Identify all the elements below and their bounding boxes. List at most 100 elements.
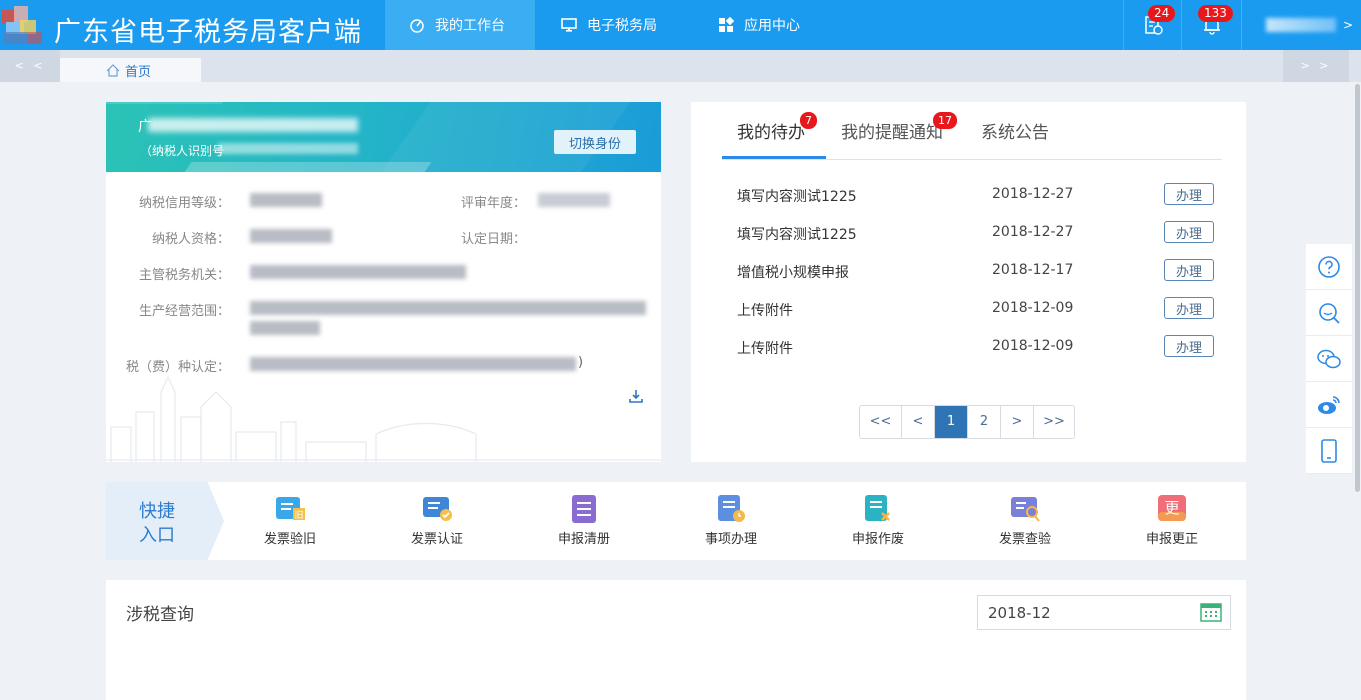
- credit-level-label: 纳税信用等级：: [138, 196, 230, 211]
- tabs-active-indicator: [722, 156, 826, 159]
- app-title: 广东省电子税务局客户端: [54, 17, 362, 48]
- calendar-icon[interactable]: [1200, 602, 1222, 622]
- month-date-input[interactable]: [977, 595, 1231, 630]
- tab-home[interactable]: 首页: [60, 58, 201, 82]
- task-handle-button[interactable]: 办理: [1164, 297, 1214, 319]
- task-handle-button[interactable]: 办理: [1164, 221, 1214, 243]
- task-title: 填写内容测试1225: [737, 189, 857, 205]
- tax-authority-label: 主管税务机关：: [138, 268, 230, 283]
- search-service-button[interactable]: [1306, 290, 1352, 336]
- tax-type-tail: ): [578, 355, 584, 370]
- pager-first[interactable]: <<: [860, 406, 901, 438]
- business-scope-redacted-line2: [250, 321, 320, 335]
- pager-page[interactable]: 1: [934, 406, 967, 438]
- quick-invoice-check-old[interactable]: 旧 发票验旧: [240, 494, 340, 547]
- mobile-app-button[interactable]: [1306, 428, 1352, 474]
- taxpayer-name-redacted: [148, 118, 358, 132]
- quick-item-label: 申报更正: [1145, 532, 1198, 547]
- quick-invoice-inspect[interactable]: 发票查验: [975, 494, 1075, 547]
- quick-item-label: 发票认证: [410, 532, 463, 547]
- todo-list-button[interactable]: 24: [1123, 0, 1181, 50]
- notifications-button[interactable]: 133: [1181, 0, 1241, 50]
- tax-type-label: 税（费）种认定：: [125, 360, 230, 375]
- tab-label: 我的提醒通知: [841, 123, 943, 143]
- quick-declaration-void[interactable]: 申报作废: [828, 494, 928, 547]
- tab-announcements[interactable]: 系统公告: [981, 120, 1049, 160]
- tax-type-redacted: [250, 357, 576, 371]
- nav-app-center[interactable]: 应用中心: [690, 0, 830, 50]
- svg-text:更: 更: [1164, 499, 1179, 517]
- help-button[interactable]: [1306, 244, 1352, 290]
- task-title: 上传附件: [737, 303, 793, 319]
- tasks-panel: 我的待办 7 我的提醒通知 17 系统公告 填写内容测试1225 2018-12…: [691, 102, 1246, 462]
- quick-invoice-certify[interactable]: 发票认证: [387, 494, 487, 547]
- help-icon: [1318, 255, 1340, 278]
- wechat-icon: [1317, 349, 1341, 368]
- quick-declaration-correct[interactable]: 更 申报更正: [1122, 494, 1222, 547]
- dashboard-icon: [409, 17, 425, 33]
- quick-declaration-list[interactable]: 申报清册: [534, 494, 634, 547]
- task-row: 上传附件 2018-12-09 办理: [737, 297, 1217, 321]
- download-icon[interactable]: [629, 389, 643, 403]
- task-date: 2018-12-27: [992, 224, 1074, 240]
- task-handle-button[interactable]: 办理: [1164, 335, 1214, 357]
- quick-task-handle[interactable]: 事项办理: [681, 494, 781, 547]
- pager-next[interactable]: >: [1000, 406, 1033, 438]
- top-header: 广东省电子税务局客户端 我的工作台 电子税务局 应用中心 24 133 >: [0, 0, 1361, 50]
- review-year-redacted: [538, 193, 610, 207]
- recognition-date-label: 认定日期：: [460, 232, 526, 247]
- city-skyline-decoration: [106, 375, 661, 462]
- switch-identity-button[interactable]: 切换身份: [554, 130, 636, 154]
- todo-badge: 24: [1148, 5, 1176, 22]
- page-scrollbar-thumb[interactable]: [1355, 84, 1360, 492]
- quick-item-label: 事项办理: [704, 532, 757, 547]
- tax-logo-icon: [2, 6, 42, 44]
- wechat-button[interactable]: [1306, 336, 1352, 382]
- profile-header: 广 （纳税人识别号 切换身份: [106, 102, 661, 172]
- tab-scroll-right[interactable]: > >: [1283, 50, 1349, 82]
- invoice-certify-icon: [423, 497, 452, 521]
- task-row: 填写内容测试1225 2018-12-27 办理: [737, 221, 1217, 245]
- pager-last[interactable]: >>: [1033, 406, 1074, 438]
- quick-entry-title: 快捷入口: [139, 501, 175, 546]
- nav-label: 电子税务局: [587, 18, 657, 34]
- declaration-list-icon: [572, 495, 596, 523]
- task-row: 填写内容测试1225 2018-12-27 办理: [737, 183, 1217, 207]
- task-handle-button[interactable]: 办理: [1164, 259, 1214, 281]
- nav-e-tax-bureau[interactable]: 电子税务局: [535, 0, 690, 50]
- qualification-redacted: [250, 229, 332, 243]
- header-divider: [1241, 0, 1242, 50]
- tab-scroll-left[interactable]: < <: [0, 50, 60, 82]
- tab-my-todo[interactable]: 我的待办: [737, 120, 805, 160]
- pager-page[interactable]: 2: [967, 406, 1000, 438]
- reminder-count-badge: 17: [933, 112, 957, 129]
- nav-label: 我的工作台: [435, 18, 505, 34]
- task-title: 填写内容测试1225: [737, 227, 857, 243]
- pager-prev[interactable]: <: [901, 406, 934, 438]
- mobile-icon: [1321, 438, 1337, 463]
- task-row: 上传附件 2018-12-09 办理: [737, 335, 1217, 359]
- task-handle-button[interactable]: 办理: [1164, 183, 1214, 205]
- user-name-redacted[interactable]: [1266, 18, 1336, 32]
- quick-item-label: 申报作废: [851, 532, 904, 547]
- tax-authority-redacted: [250, 265, 466, 279]
- weibo-button[interactable]: [1306, 382, 1352, 428]
- chevron-right-icon[interactable]: >: [1343, 18, 1353, 32]
- invoice-inspect-icon: [1011, 497, 1040, 522]
- taxid-label: （纳税人识别号: [140, 144, 225, 158]
- taxpayer-profile-panel: 广 （纳税人识别号 切换身份 纳税信用等级： 评审年度： 纳税人资格： 认定日期…: [106, 102, 661, 462]
- nav-my-workbench[interactable]: 我的工作台: [385, 0, 535, 50]
- tabs-divider: [722, 159, 1222, 160]
- tab-reminders[interactable]: 我的提醒通知: [841, 120, 943, 160]
- quick-item-label: 发票验旧: [263, 532, 316, 547]
- task-handle-icon: [718, 495, 745, 522]
- quick-entry-panel: 快捷入口 旧 发票验旧 发票认证 申报清册 事项办理 申报作废 发票查验 更 申…: [106, 482, 1246, 560]
- business-scope-label: 生产经营范围：: [138, 304, 230, 319]
- taxid-redacted: [218, 143, 358, 154]
- weibo-icon: [1318, 395, 1340, 414]
- business-scope-redacted: [250, 301, 646, 315]
- quick-item-label: 申报清册: [557, 532, 610, 547]
- notify-badge: 133: [1198, 5, 1233, 22]
- apps-grid-icon: [718, 17, 734, 33]
- review-year-label: 评审年度：: [460, 196, 526, 211]
